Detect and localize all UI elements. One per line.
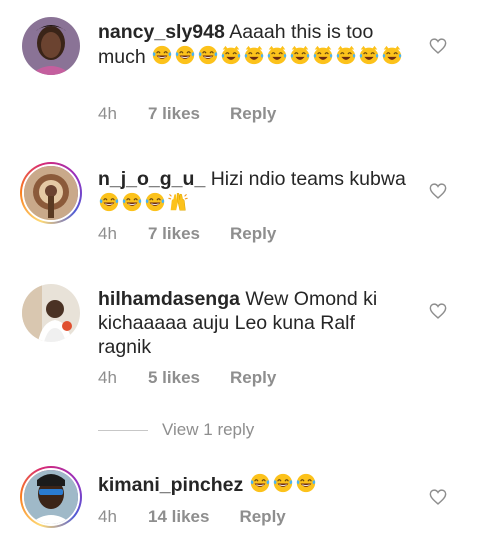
emoji-set [249,473,318,496]
heart-icon[interactable] [429,489,447,505]
view-replies-button[interactable]: View 1 reply [98,418,254,442]
cat-joy-emoji-icon [359,45,379,65]
laugh-cry-emoji-icon [99,192,119,212]
laugh-cry-emoji-icon [145,192,165,212]
comment-time: 4h [98,368,117,387]
cat-joy-emoji-icon [290,45,310,65]
avatar[interactable] [20,282,82,344]
view-replies-label[interactable]: View 1 reply [162,420,254,440]
comment-meta: 4h 14 likes Reply [98,507,286,527]
cat-joy-emoji-icon [244,45,264,65]
laugh-cry-emoji-icon [296,473,315,493]
comment-meta: 4h 7 likes Reply [98,104,276,124]
reply-button[interactable]: Reply [230,224,276,244]
comment-likes[interactable]: 7 likes [148,224,200,244]
comment-meta: 4h 7 likes Reply [98,224,276,244]
cat-joy-emoji-icon [267,45,287,65]
cat-joy-emoji-icon [336,45,356,65]
laugh-cry-emoji-icon [250,473,269,493]
raising-hands-emoji-icon [168,193,188,211]
laugh-cry-emoji-icon [152,45,172,65]
cat-joy-emoji-icon [221,45,241,65]
laugh-cry-emoji-icon [175,45,195,65]
comment-time: 4h [98,104,117,123]
emoji-set [151,45,404,68]
comment-text: kimani_pinchez [98,472,408,497]
comment-time: 4h [98,507,117,526]
heart-icon[interactable] [429,38,447,54]
comment-text: nancy_sly948 Aaaah this is too much [98,20,408,69]
comment-text: hilhamdasenga Wew Omond ki kichaaaaa auj… [98,287,408,359]
cat-joy-emoji-icon [382,45,402,65]
comment-likes[interactable]: 7 likes [148,104,200,124]
avatar[interactable] [20,466,82,528]
comment-meta: 4h 5 likes Reply [98,368,276,388]
heart-icon[interactable] [429,183,447,199]
comment-username[interactable]: n_j_o_g_u_ [98,168,205,190]
laugh-cry-emoji-icon [122,192,142,212]
heart-icon[interactable] [429,303,447,319]
cat-joy-emoji-icon [313,45,333,65]
reply-button[interactable]: Reply [239,507,285,527]
comment-username[interactable]: kimani_pinchez [98,474,243,496]
comment-time: 4h [98,224,117,243]
comment-likes[interactable]: 5 likes [148,368,200,388]
laugh-cry-emoji-icon [198,45,218,65]
avatar[interactable] [20,15,82,77]
comment-username[interactable]: hilhamdasenga [98,288,240,310]
comment-likes[interactable]: 14 likes [148,507,209,527]
comment-body: Hizi ndio teams kubwa [205,168,406,190]
laugh-cry-emoji-icon [273,473,292,493]
emoji-set [98,192,190,215]
view-replies-divider [98,429,148,431]
comment-text: n_j_o_g_u_ Hizi ndio teams kubwa [98,167,408,216]
avatar[interactable] [20,162,82,224]
reply-button[interactable]: Reply [230,104,276,124]
reply-button[interactable]: Reply [230,368,276,388]
comment-username[interactable]: nancy_sly948 [98,21,225,43]
